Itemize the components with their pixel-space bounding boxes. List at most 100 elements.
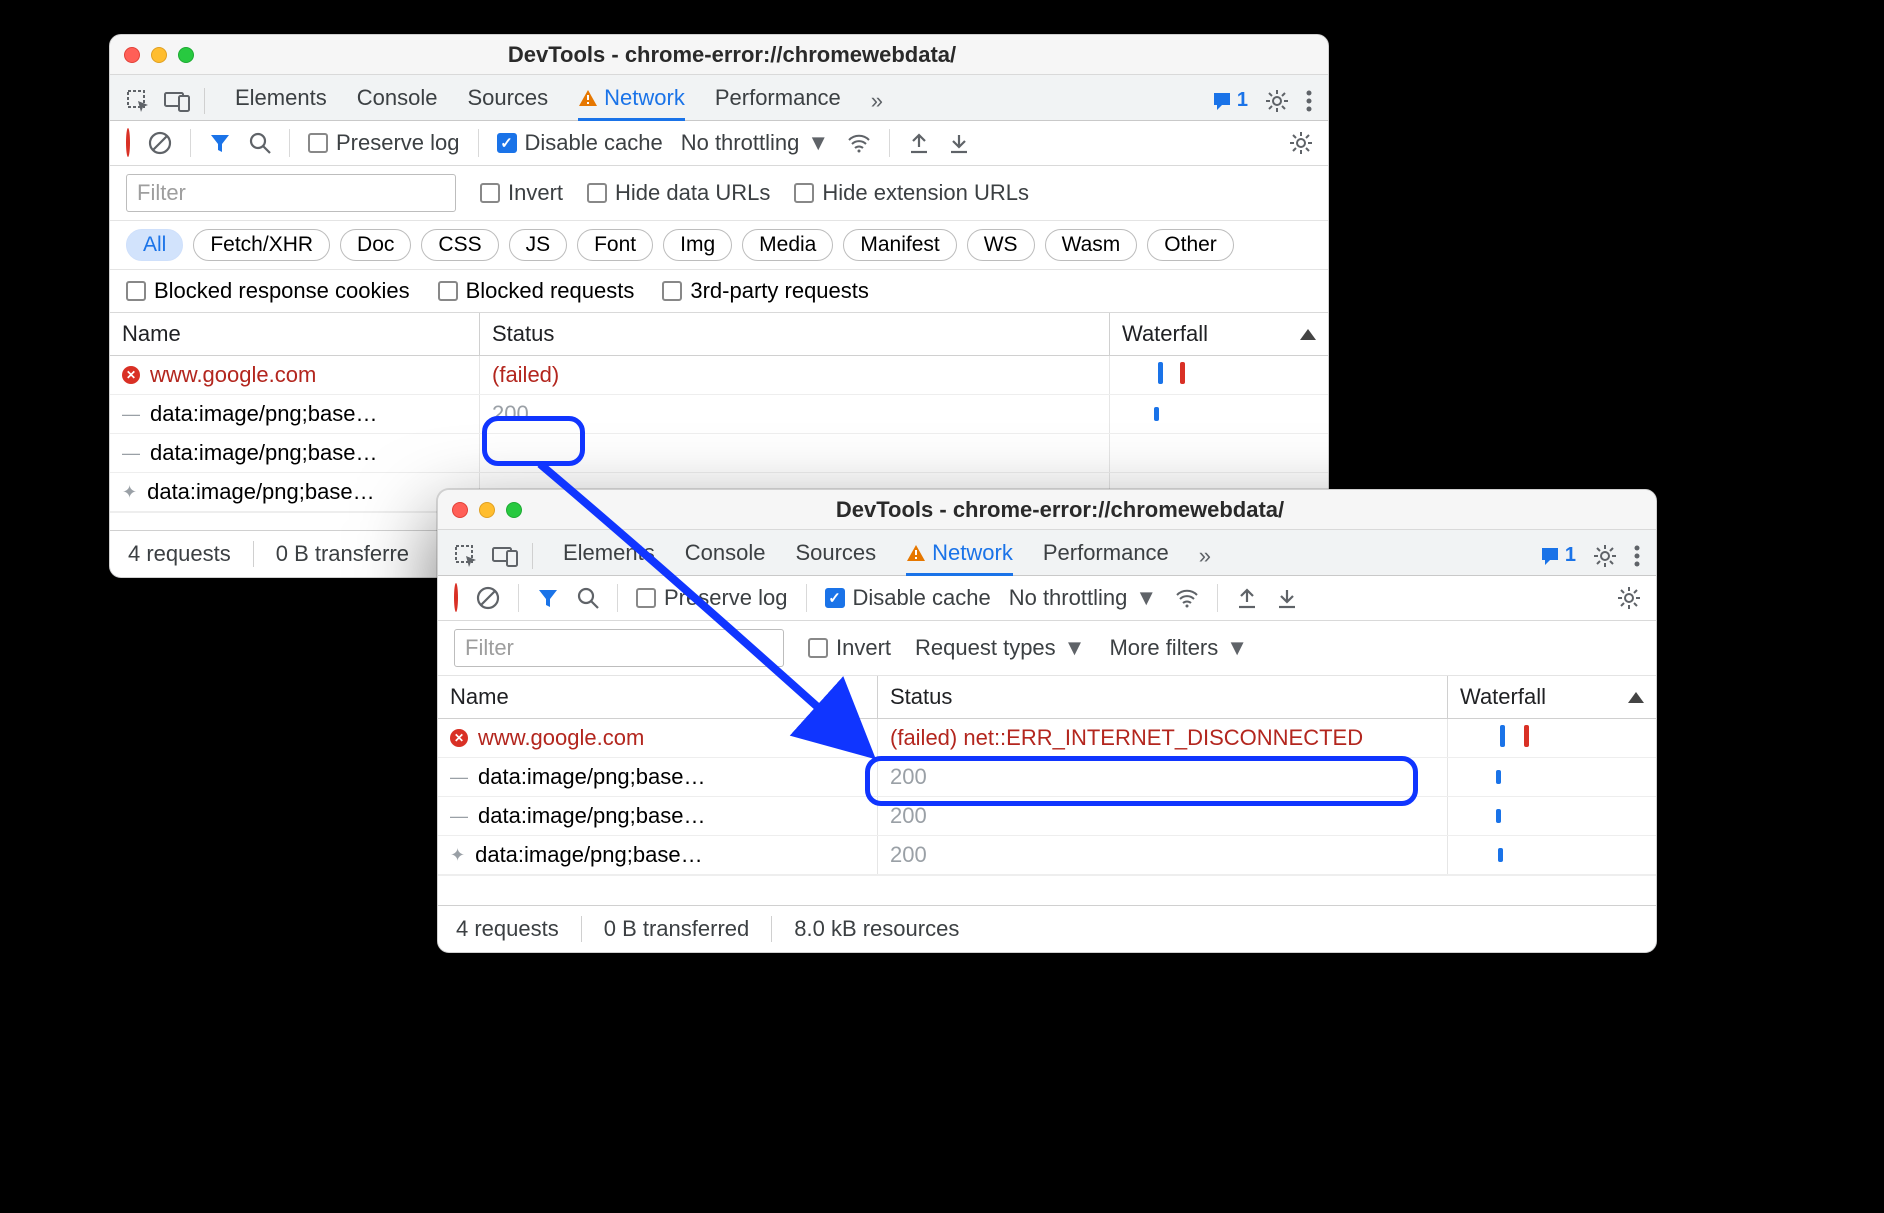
blocked-cookies-checkbox[interactable]: Blocked response cookies [126,278,410,304]
chat-icon [1212,91,1232,111]
more-filters-select[interactable]: More filters ▼ [1109,635,1248,661]
tab-console[interactable]: Console [357,81,438,121]
titlebar[interactable]: DevTools - chrome-error://chromewebdata/ [438,490,1656,530]
disable-cache-checkbox[interactable]: Disable cache [825,585,991,611]
third-party-checkbox[interactable]: 3rd-party requests [662,278,869,304]
request-status: 200 [890,803,927,829]
minimize-window-button[interactable] [151,47,167,63]
device-toggle-icon[interactable] [164,90,190,112]
chip-ws[interactable]: WS [967,229,1035,261]
col-status[interactable]: Status [480,313,1110,355]
third-party-label: 3rd-party requests [690,278,869,304]
device-toggle-icon[interactable] [492,545,518,567]
throttling-select[interactable]: No throttling ▼ [1009,585,1157,611]
waterfall-cell [1110,395,1328,429]
download-har-icon[interactable] [948,132,970,154]
tab-performance[interactable]: Performance [715,81,841,121]
inspect-icon[interactable] [454,544,478,568]
issues-badge[interactable]: 1 [1212,89,1248,112]
chip-media[interactable]: Media [742,229,833,261]
chip-all[interactable]: All [126,229,183,261]
panel-settings-gear-icon[interactable] [1290,132,1312,154]
tab-sources[interactable]: Sources [467,81,548,121]
throttling-select[interactable]: No throttling ▼ [681,130,829,156]
tab-console[interactable]: Console [685,536,766,576]
issues-badge[interactable]: 1 [1540,544,1576,567]
close-window-button[interactable] [452,502,468,518]
tab-performance[interactable]: Performance [1043,536,1169,576]
close-window-button[interactable] [124,47,140,63]
upload-har-icon[interactable] [1236,587,1258,609]
titlebar[interactable]: DevTools - chrome-error://chromewebdata/ [110,35,1328,75]
download-har-icon[interactable] [1276,587,1298,609]
filter-funnel-icon[interactable] [537,587,559,609]
requests-count: 4 requests [456,916,559,942]
kebab-menu-icon[interactable] [1306,90,1312,112]
network-conditions-wifi-icon[interactable] [847,132,871,154]
tab-elements[interactable]: Elements [235,81,327,121]
maximize-window-button[interactable] [178,47,194,63]
table-row[interactable]: ✕www.google.com (failed) net::ERR_INTERN… [438,719,1656,758]
request-status: (failed) net::ERR_INTERNET_DISCONNECTED [890,725,1363,751]
preserve-log-label: Preserve log [336,130,460,156]
settings-gear-icon[interactable] [1594,545,1616,567]
col-name[interactable]: Name [110,313,480,355]
col-waterfall-label: Waterfall [1122,321,1208,347]
hide-extension-urls-checkbox[interactable]: Hide extension URLs [794,180,1029,206]
invert-checkbox[interactable]: Invert [808,635,891,661]
table-row[interactable]: —data:image/png;base… [110,434,1328,473]
inspect-icon[interactable] [126,89,150,113]
table-row[interactable]: —data:image/png;base… 200 [438,797,1656,836]
chip-manifest[interactable]: Manifest [843,229,956,261]
settings-gear-icon[interactable] [1266,90,1288,112]
kebab-menu-icon[interactable] [1634,545,1640,567]
maximize-window-button[interactable] [506,502,522,518]
col-name[interactable]: Name [438,676,878,718]
chip-css[interactable]: CSS [421,229,498,261]
checkbox-unchecked-icon [480,183,500,203]
request-name: data:image/png;base… [475,842,703,868]
filter-input[interactable] [126,174,456,212]
clear-icon[interactable] [476,586,500,610]
table-row[interactable]: —data:image/png;base… 200 [438,758,1656,797]
invert-checkbox[interactable]: Invert [480,180,563,206]
col-waterfall[interactable]: Waterfall [1448,676,1656,718]
blocked-requests-checkbox[interactable]: Blocked requests [438,278,635,304]
filter-funnel-icon[interactable] [209,132,231,154]
chip-js[interactable]: JS [509,229,568,261]
filter-input[interactable] [454,629,784,667]
search-icon[interactable] [577,587,599,609]
more-tabs-chevrons-icon[interactable]: » [1199,543,1211,569]
col-status[interactable]: Status [878,676,1448,718]
chip-img[interactable]: Img [663,229,732,261]
col-waterfall[interactable]: Waterfall [1110,313,1328,355]
table-row[interactable]: ✦data:image/png;base… 200 [438,836,1656,875]
tab-network[interactable]: Network [906,536,1013,576]
chip-doc[interactable]: Doc [340,229,411,261]
invert-label: Invert [836,635,891,661]
minimize-window-button[interactable] [479,502,495,518]
chip-wasm[interactable]: Wasm [1045,229,1138,261]
preserve-log-checkbox[interactable]: Preserve log [308,130,460,156]
clear-icon[interactable] [148,131,172,155]
record-button[interactable] [126,130,130,156]
record-button[interactable] [454,585,458,611]
hide-data-urls-checkbox[interactable]: Hide data URLs [587,180,770,206]
upload-har-icon[interactable] [908,132,930,154]
tab-elements[interactable]: Elements [563,536,655,576]
search-icon[interactable] [249,132,271,154]
request-types-select[interactable]: Request types ▼ [915,635,1085,661]
more-tabs-chevrons-icon[interactable]: » [871,88,883,114]
chip-other[interactable]: Other [1147,229,1234,261]
tab-network[interactable]: Network [578,81,685,121]
table-row[interactable]: —data:image/png;base… 200 [110,395,1328,434]
table-row[interactable]: ✕www.google.com (failed) [110,356,1328,395]
tab-sources[interactable]: Sources [795,536,876,576]
panel-settings-gear-icon[interactable] [1618,587,1640,609]
preserve-log-checkbox[interactable]: Preserve log [636,585,788,611]
tab-network-label: Network [604,85,685,111]
chip-font[interactable]: Font [577,229,653,261]
network-conditions-wifi-icon[interactable] [1175,587,1199,609]
disable-cache-checkbox[interactable]: Disable cache [497,130,663,156]
chip-fetch-xhr[interactable]: Fetch/XHR [193,229,330,261]
